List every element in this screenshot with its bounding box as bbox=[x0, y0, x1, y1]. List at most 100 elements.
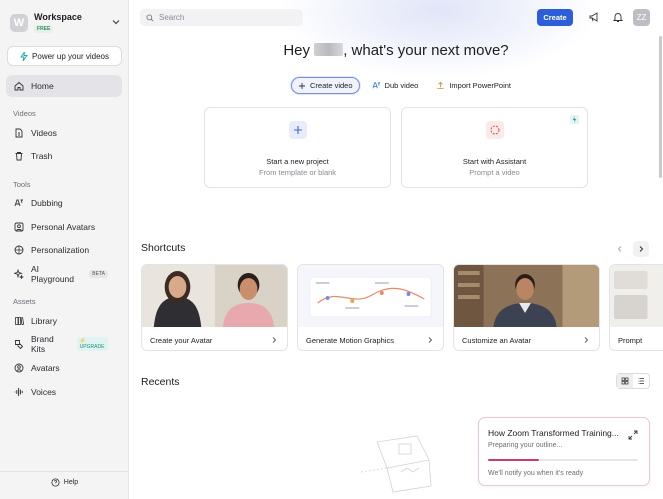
card-title: Start a new project bbox=[266, 157, 329, 166]
recents-heading: Recents bbox=[141, 376, 180, 388]
upgrade-badge-label: UPGRADE bbox=[79, 344, 105, 350]
tab-label: Import PowerPoint bbox=[449, 81, 512, 90]
sidebar-item-label: Dubbing bbox=[31, 198, 63, 208]
sidebar-item-label: Avatars bbox=[31, 363, 60, 373]
card-subtitle: From template or blank bbox=[258, 168, 337, 177]
search-placeholder: Search bbox=[159, 13, 185, 22]
sidebar-item-voices[interactable]: Voices bbox=[6, 381, 122, 403]
workspace-logo: W bbox=[10, 14, 28, 32]
toast-note: We'll notify you when it's ready bbox=[488, 470, 584, 477]
trash-icon bbox=[15, 152, 23, 161]
create-button[interactable]: Create bbox=[537, 9, 573, 26]
workspace-switcher[interactable]: W Workspace FREE bbox=[10, 12, 122, 36]
main-content: Search Create ZZ Hey , what's your next … bbox=[129, 0, 663, 499]
beta-badge: BETA bbox=[89, 270, 108, 278]
lightning-icon bbox=[20, 51, 28, 61]
sidebar-item-label: Personalization bbox=[31, 245, 90, 255]
shortcut-label: Generate Motion Graphics bbox=[306, 336, 394, 345]
tab-import-powerpoint[interactable]: Import PowerPoint bbox=[430, 77, 517, 94]
user-square-icon bbox=[14, 222, 24, 232]
progress-bar bbox=[488, 459, 638, 461]
shortcut-label: Customize an Avatar bbox=[462, 336, 532, 345]
expand-icon[interactable] bbox=[628, 430, 638, 440]
sidebar-item-label: Brand Kits bbox=[31, 334, 54, 354]
upload-icon bbox=[437, 81, 444, 90]
help-icon bbox=[51, 478, 60, 487]
shortcut-card-prompt[interactable]: Prompt bbox=[609, 264, 663, 351]
chevron-right-icon bbox=[639, 246, 644, 252]
new-project-card[interactable]: Start a new project From template or bla… bbox=[204, 107, 391, 188]
sidebar-item-trash[interactable]: Trash bbox=[6, 145, 122, 167]
lightning-icon bbox=[570, 115, 579, 124]
sidebar-item-label: Home bbox=[31, 81, 54, 91]
avatar-icon bbox=[14, 363, 24, 373]
hero-greeting: Hey , what's your next move? bbox=[129, 42, 663, 59]
empty-state-illustration bbox=[360, 435, 432, 493]
home-icon bbox=[14, 81, 24, 91]
section-label-assets: Assets bbox=[13, 297, 36, 306]
toast-title: How Zoom Transformed Training... bbox=[488, 428, 619, 438]
avatar-photo bbox=[454, 265, 599, 327]
help-button[interactable]: Help bbox=[0, 478, 129, 487]
plus-icon bbox=[289, 121, 307, 139]
card-title: Start with Assistant bbox=[462, 157, 527, 166]
power-up-label: Power up your videos bbox=[32, 51, 109, 61]
carousel-prev-button[interactable] bbox=[612, 241, 628, 257]
card-subtitle: Prompt a video bbox=[469, 168, 520, 177]
shortcut-card-motion-graphics[interactable]: Generate Motion Graphics bbox=[297, 264, 444, 351]
carousel-next-button[interactable] bbox=[633, 241, 649, 257]
list-view-button[interactable] bbox=[633, 374, 649, 388]
sidebar-item-brand-kits[interactable]: Brand Kits ⚡ UPGRADE bbox=[6, 333, 122, 355]
sidebar-item-label: Voices bbox=[31, 387, 57, 397]
plus-icon bbox=[299, 82, 305, 89]
section-label-videos: Videos bbox=[13, 109, 36, 118]
sidebar-item-home[interactable]: Home bbox=[6, 75, 122, 97]
section-label-tools: Tools bbox=[13, 180, 31, 189]
hero-suffix: , what's your next move? bbox=[343, 42, 509, 59]
file-icon bbox=[15, 128, 23, 138]
shortcut-card-create-avatar[interactable]: Create your Avatar bbox=[141, 264, 288, 351]
megaphone-icon[interactable] bbox=[588, 11, 600, 23]
tab-create-video[interactable]: Create video bbox=[291, 77, 360, 94]
progress-fill bbox=[488, 459, 539, 461]
sidebar-item-label: Personal Avatars bbox=[31, 222, 96, 232]
toast-status: Preparing your outline... bbox=[488, 442, 563, 449]
shortcut-label: Prompt bbox=[618, 336, 643, 345]
sidebar-divider bbox=[0, 471, 129, 472]
tab-dub-video[interactable]: Dub video bbox=[366, 77, 425, 94]
sidebar-item-dubbing[interactable]: Dubbing bbox=[6, 192, 122, 214]
sidebar-item-personalization[interactable]: Personalization bbox=[6, 239, 122, 261]
power-up-button[interactable]: Power up your videos bbox=[7, 46, 122, 66]
assistant-icon bbox=[486, 121, 504, 139]
sidebar-item-avatars[interactable]: Avatars bbox=[6, 357, 122, 379]
library-icon bbox=[15, 317, 24, 326]
chevron-right-icon bbox=[584, 337, 589, 343]
chevron-down-icon[interactable] bbox=[110, 16, 122, 28]
avatar-photo bbox=[142, 265, 287, 327]
upgrade-badge: ⚡ UPGRADE bbox=[76, 337, 108, 351]
create-mode-tabs: Create video Dub video Import PowerPoint bbox=[291, 77, 517, 94]
chevron-left-icon bbox=[617, 246, 622, 252]
generation-toast[interactable]: How Zoom Transformed Training... Prepari… bbox=[478, 417, 650, 486]
grid-icon bbox=[621, 377, 629, 385]
sparkle-icon bbox=[14, 269, 24, 279]
sidebar-item-label: Videos bbox=[31, 128, 57, 138]
sidebar-item-label: AI Playground bbox=[31, 264, 75, 284]
sidebar-item-label: Trash bbox=[31, 151, 53, 161]
sidebar-item-personal-avatars[interactable]: Personal Avatars bbox=[6, 216, 122, 238]
sidebar-item-ai-playground[interactable]: AI Playground BETA bbox=[6, 263, 122, 285]
search-icon bbox=[146, 14, 154, 22]
sidebar-item-videos[interactable]: Videos bbox=[6, 122, 122, 144]
search-input[interactable]: Search bbox=[140, 9, 303, 26]
prompt-preview bbox=[610, 265, 663, 327]
sidebar-item-library[interactable]: Library bbox=[6, 310, 122, 332]
bell-icon[interactable] bbox=[612, 11, 624, 23]
personalization-icon bbox=[14, 245, 24, 255]
sidebar-item-label: Library bbox=[31, 316, 57, 326]
assistant-card[interactable]: Start with Assistant Prompt a video bbox=[401, 107, 588, 188]
shortcuts-heading: Shortcuts bbox=[141, 242, 186, 254]
user-avatar[interactable]: ZZ bbox=[633, 9, 650, 26]
grid-view-button[interactable] bbox=[617, 374, 633, 388]
shortcut-card-customize-avatar[interactable]: Customize an Avatar bbox=[453, 264, 600, 351]
plan-badge: FREE bbox=[34, 25, 54, 33]
